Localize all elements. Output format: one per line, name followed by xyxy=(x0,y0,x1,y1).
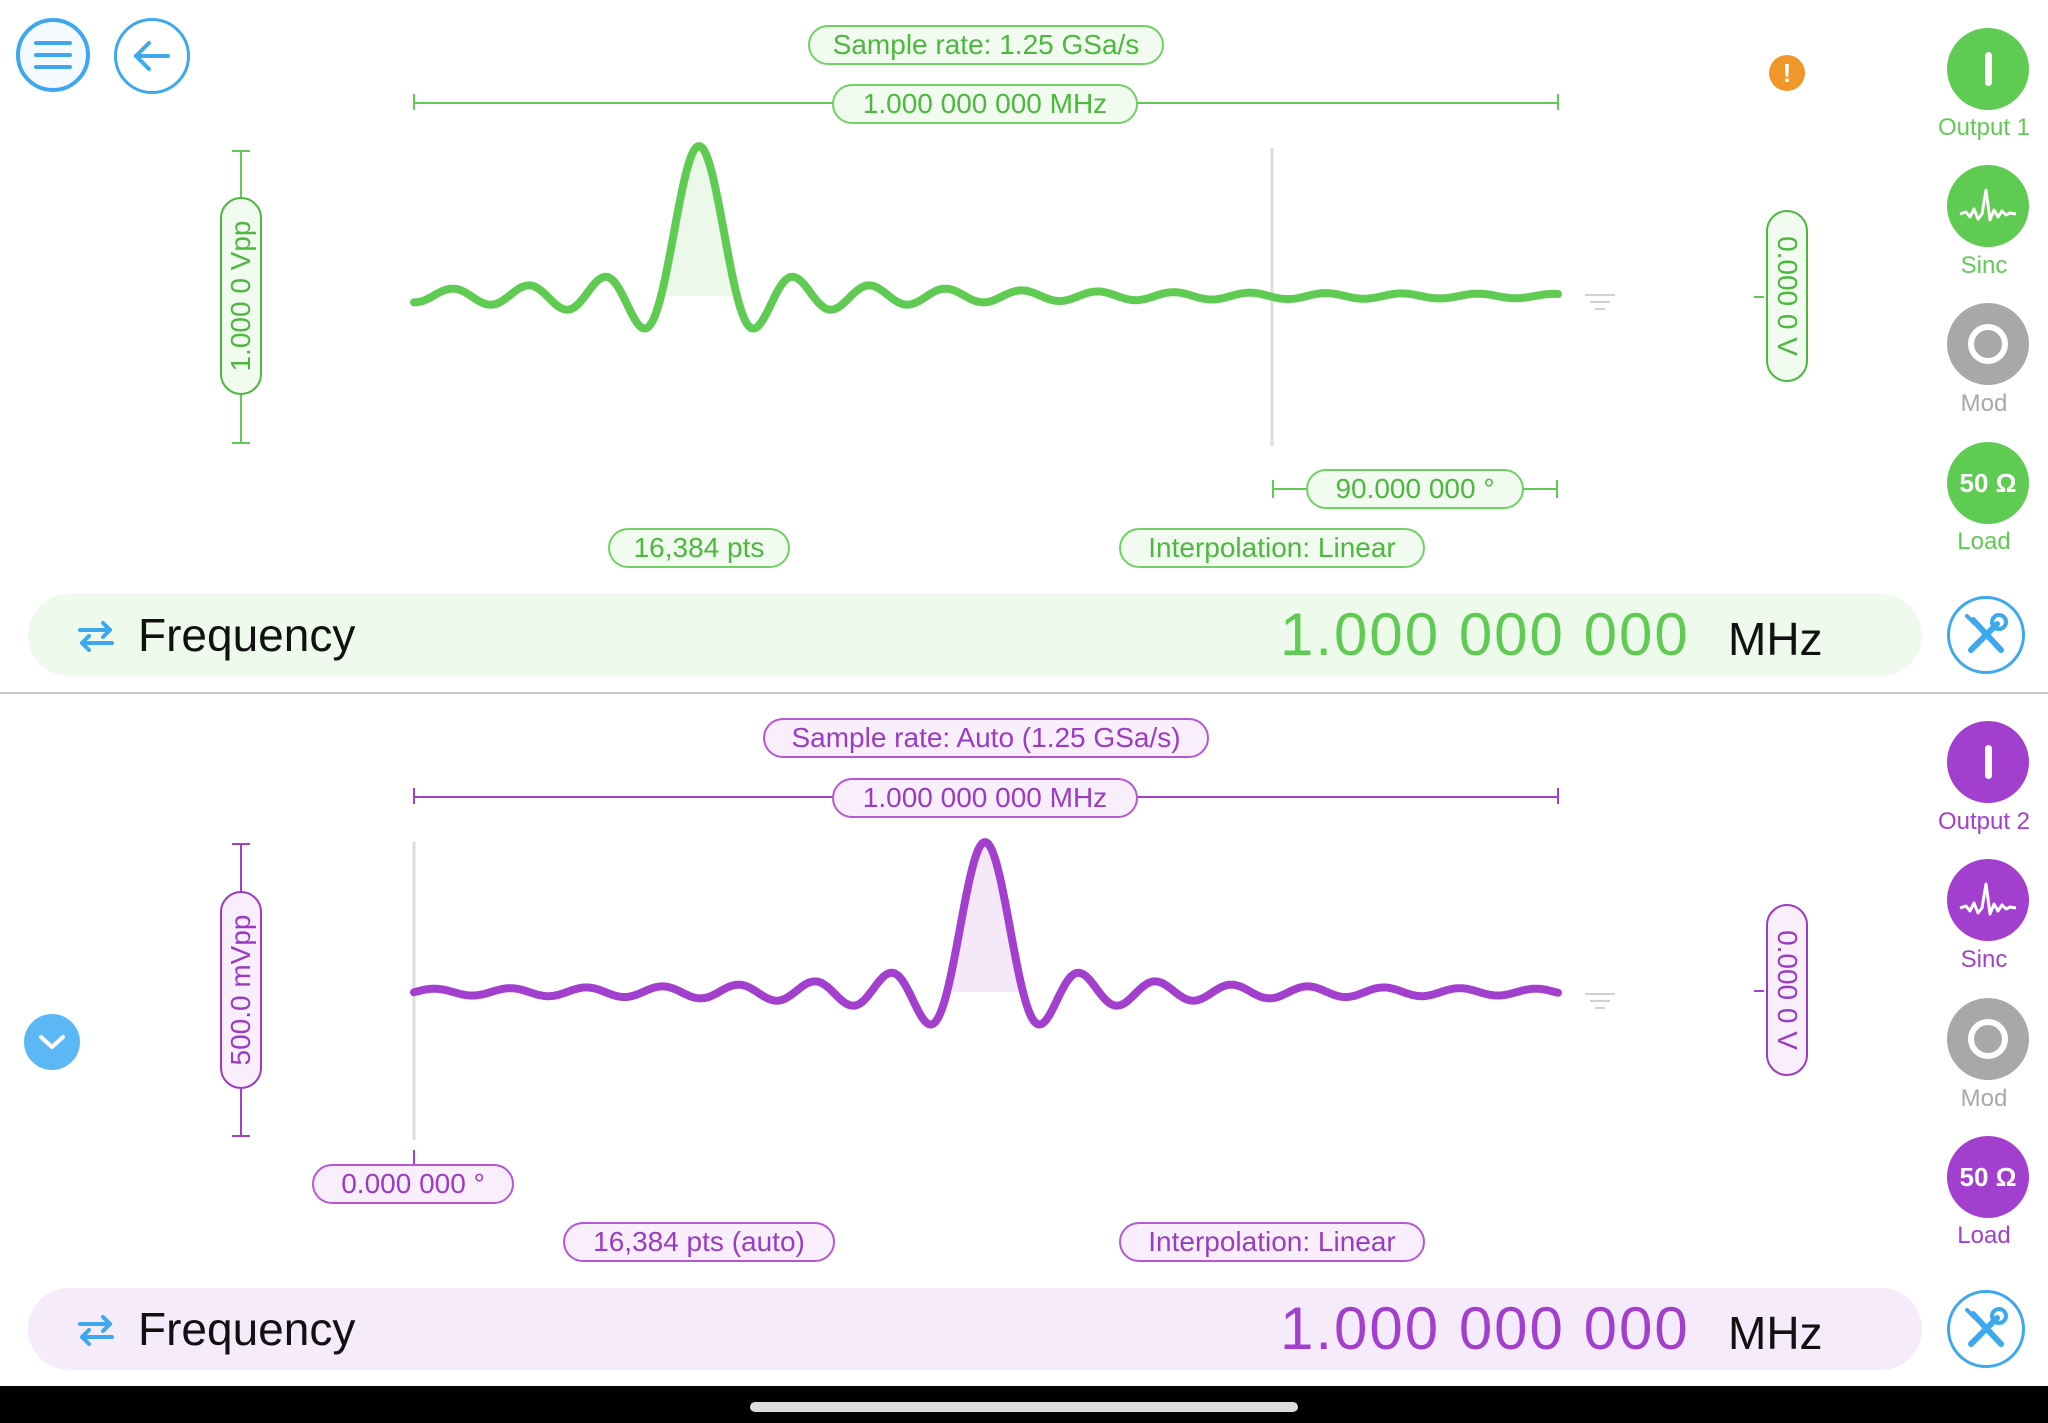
collapse-chevron-button[interactable] xyxy=(24,1014,80,1070)
waveform-button[interactable] xyxy=(1947,165,2029,247)
sample-rate-badge[interactable]: Sample rate: Auto (1.25 GSa/s) xyxy=(763,718,1209,758)
sample-rate-badge[interactable]: Sample rate: 1.25 GSa/s xyxy=(808,25,1164,65)
tools-button[interactable] xyxy=(1947,1290,2025,1368)
mod-icon xyxy=(1968,1019,2008,1059)
back-arrow-icon xyxy=(134,41,170,71)
menu-icon xyxy=(34,41,72,69)
load-button[interactable]: 50 Ω xyxy=(1947,1136,2029,1218)
channel-divider xyxy=(0,692,2048,694)
frequency-value[interactable]: 1.000 000 000 xyxy=(1280,594,1690,676)
interpolation-badge[interactable]: Interpolation: Linear xyxy=(1119,528,1425,568)
phase-badge[interactable]: 90.000 000 ° xyxy=(1306,469,1524,509)
home-indicator[interactable] xyxy=(750,1402,1298,1412)
frequency-unit[interactable]: MHz xyxy=(1728,1288,1823,1378)
tools-icon xyxy=(1965,613,2008,653)
mod-label: Mod xyxy=(1960,390,2008,417)
load-label: Load xyxy=(1957,1222,2011,1249)
mod-label: Mod xyxy=(1960,1085,2008,1112)
points-badge[interactable]: 16,384 pts xyxy=(608,528,790,568)
tools-button[interactable] xyxy=(1947,596,2025,674)
frequency-label: Frequency xyxy=(138,609,356,661)
collapse-chevron-icon xyxy=(39,1035,65,1049)
waveform-plot-1[interactable] xyxy=(400,130,1640,460)
waveform-plot-2[interactable] xyxy=(400,824,1640,1154)
home-indicator-area xyxy=(0,1386,2048,1423)
mod-button[interactable] xyxy=(1947,303,2029,385)
load-button[interactable]: 50 Ω xyxy=(1947,442,2029,524)
load-label: Load xyxy=(1957,528,2011,555)
sinc-wave-icon xyxy=(1959,188,2017,222)
mod-icon xyxy=(1968,324,2008,364)
output-2-toggle[interactable] xyxy=(1947,721,2029,803)
waveform-label: Sinc xyxy=(1960,946,2008,973)
warning-icon[interactable]: ! xyxy=(1769,55,1805,91)
amplitude-badge[interactable]: 1.000 0 Vpp xyxy=(220,197,262,395)
swap-icon[interactable] xyxy=(76,620,116,652)
amplitude-badge[interactable]: 500.0 mVpp xyxy=(220,891,262,1089)
span-badge[interactable]: 1.000 000 000 MHz xyxy=(832,84,1138,124)
frequency-label: Frequency xyxy=(138,1303,356,1355)
points-badge[interactable]: 16,384 pts (auto) xyxy=(563,1222,835,1262)
output-1-toggle[interactable] xyxy=(1947,28,2029,110)
mod-button[interactable] xyxy=(1947,998,2029,1080)
waveform-button[interactable] xyxy=(1947,859,2029,941)
menu-button[interactable] xyxy=(16,18,90,92)
interpolation-badge[interactable]: Interpolation: Linear xyxy=(1119,1222,1425,1262)
tools-icon xyxy=(1965,1307,2008,1347)
offset-badge[interactable]: 0.000 0 V xyxy=(1766,904,1808,1076)
phase-badge[interactable]: 0.000 000 ° xyxy=(312,1164,514,1204)
offset-badge[interactable]: 0.000 0 V xyxy=(1766,210,1808,382)
back-button[interactable] xyxy=(114,18,190,94)
frequency-unit[interactable]: MHz xyxy=(1728,594,1823,684)
swap-icon[interactable] xyxy=(76,1314,116,1346)
frequency-bar[interactable]: Frequency 1.000 000 000 MHz xyxy=(28,1288,1922,1370)
frequency-value[interactable]: 1.000 000 000 xyxy=(1280,1288,1690,1370)
output-2-label: Output 2 xyxy=(1937,808,2031,835)
output-1-label: Output 1 xyxy=(1937,114,2031,141)
load-value: 50 Ω xyxy=(1959,1161,2017,1192)
waveform-label: Sinc xyxy=(1960,252,2008,279)
span-badge[interactable]: 1.000 000 000 MHz xyxy=(832,778,1138,818)
sinc-wave-icon xyxy=(1959,882,2017,916)
frequency-bar[interactable]: Frequency 1.000 000 000 MHz xyxy=(28,594,1922,676)
load-value: 50 Ω xyxy=(1959,467,2017,498)
